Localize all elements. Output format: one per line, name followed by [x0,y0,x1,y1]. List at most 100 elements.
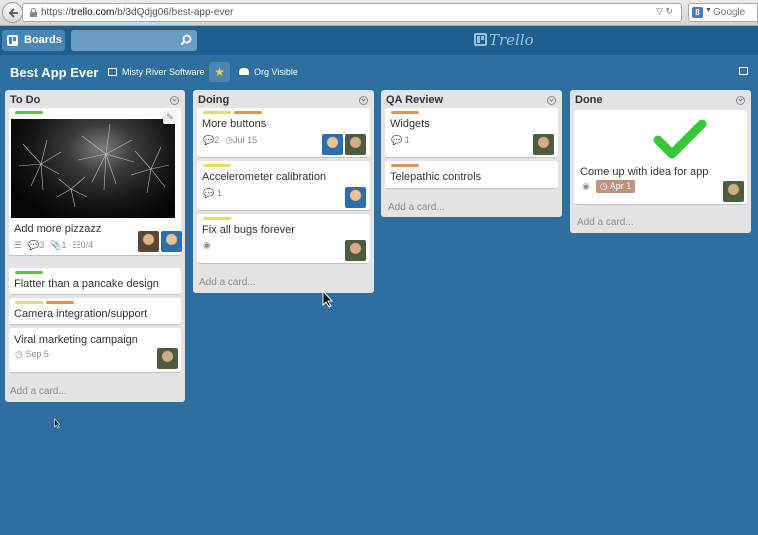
list-title[interactable]: QA Review [386,94,443,106]
search-icon[interactable] [180,34,192,46]
card-telepathic-controls[interactable]: Telepathic controls [385,161,558,189]
list-todo: To Do ✎ Add more pizzazz ☰ 💬3 📎1 ☷0/4 Flatt… [5,90,185,402]
search-box[interactable] [71,30,197,51]
list-menu-icon[interactable] [736,96,745,105]
url-text: https://trello.com/b/3dQdjg06/best-app-e… [41,7,234,18]
list-title[interactable]: Doing [198,94,229,106]
logo-icon [474,33,487,46]
card-add-more-pizzazz[interactable]: ✎ Add more pizzazz ☰ 💬3 📎1 ☷0/4 [9,108,182,256]
label-green [15,271,43,274]
member-avatar[interactable] [345,187,366,208]
member-avatar[interactable] [157,348,178,369]
list-title[interactable]: Done [575,94,603,106]
board-title[interactable]: Best App Ever [10,65,98,80]
due-badge: ◷ Apr 1 [595,180,636,193]
add-card-link[interactable]: Add a card... [577,217,634,228]
member-avatar[interactable] [533,134,554,155]
label-green [15,111,43,114]
add-card-link[interactable]: Add a card... [388,202,445,213]
list-menu-icon[interactable] [547,96,556,105]
card-camera-integration[interactable]: Camera integration/support [9,298,181,325]
add-card-link[interactable]: Add a card... [10,386,67,397]
visibility-link[interactable]: Org Visible [239,67,298,77]
member-avatar[interactable] [161,231,182,252]
card-title: Viral marketing campaign [14,334,138,346]
label-orange [391,111,419,114]
back-button[interactable] [2,2,23,23]
due-date: Apr 1 [609,181,632,191]
member-avatar[interactable] [723,181,744,202]
organization-icon [108,68,117,76]
comment-icon: 💬 [28,240,40,250]
card-title: Add more pizzazz [14,223,102,235]
clock-icon: ◷ [599,181,608,191]
eye-icon: ◉ [582,181,590,191]
mouse-cursor-icon [54,418,61,429]
board-menu-icon[interactable] [739,67,748,75]
boards-label: Boards [24,34,62,46]
card-widgets[interactable]: Widgets 💬 1 [385,108,558,158]
comment-icon: 💬 [203,188,215,198]
list-menu-icon[interactable] [170,96,179,105]
description-icon: ☰ [14,240,23,250]
list-done: Done Come up with idea for app ◉ ◷ Apr 1 … [570,90,751,233]
url-dropdown-icon[interactable]: ▽ ↻ [656,6,673,17]
due-badge: ◷Jul 15 [225,135,257,145]
attachments-count: 1 [61,240,67,250]
label-yellow [203,111,231,114]
address-bar[interactable]: https://trello.com/b/3dQdjg06/best-app-e… [22,3,682,22]
search-input[interactable] [71,30,175,51]
member-avatar[interactable] [322,134,343,155]
comments-badge: 💬3 [28,240,44,250]
organization-label: Misty River Software [122,67,205,77]
comment-icon: 💬 [203,135,215,145]
card-more-buttons[interactable]: More buttons 💬2 ◷Jul 15 [197,108,370,158]
card-title: Come up with idea for app [580,166,709,178]
back-arrow-icon [8,8,18,18]
boards-button[interactable]: Boards [2,30,65,51]
card-title: Fix all bugs forever [202,224,295,236]
card-fix-all-bugs[interactable]: Fix all bugs forever ◉ [197,214,370,264]
comments-count: 1 [404,135,410,145]
label-yellow [15,301,43,304]
comment-icon: 💬 [391,135,403,145]
organization-link[interactable]: Misty River Software [108,67,205,77]
star-button[interactable]: ★ [209,62,230,82]
clock-icon: ◷ [225,135,234,145]
trello-logo[interactable]: Trello [474,31,534,49]
card-title: Accelerometer calibration [202,171,327,183]
card-badges: ☰ 💬3 📎1 ☷0/4 [14,240,99,251]
app-header: Boards Trello [0,26,758,55]
edit-card-icon[interactable]: ✎ [163,110,177,124]
add-card-link[interactable]: Add a card... [199,277,256,288]
card-flatter-design[interactable]: Flatter than a pancake design [9,268,181,295]
comments-badge: 💬2 [203,135,219,145]
list-title[interactable]: To Do [10,94,40,106]
card-title: Widgets [390,118,430,130]
member-avatar[interactable] [345,134,366,155]
clock-icon: ◷ [15,349,23,359]
card-accelerometer[interactable]: Accelerometer calibration 💬 1 [197,161,370,211]
card-viral-marketing[interactable]: Viral marketing campaign ◷ Sep 5 [9,328,181,373]
checkmark-icon [652,118,708,162]
mouse-cursor-icon [322,290,334,308]
eye-icon: ◉ [203,240,211,250]
comments-count: 2 [214,135,220,145]
card-badges: ◉ ◷ Apr 1 [582,180,636,193]
chevron-down-icon: ▼ [705,7,712,14]
comments-count: 1 [216,188,222,198]
comments-count: 3 [39,240,45,250]
label-yellow [203,217,231,220]
member-avatar[interactable] [138,231,159,252]
star-icon: ★ [214,65,225,79]
checklist-icon: ☷ [72,240,81,250]
list-menu-icon[interactable] [359,96,368,105]
card-title: Flatter than a pancake design [14,278,159,290]
card-badges: 💬 1 [203,188,222,199]
search-engine-box[interactable]: 8 ▼ Google [688,3,758,22]
card-cover-image [11,119,175,218]
browser-toolbar: https://trello.com/b/3dQdjg06/best-app-e… [0,0,758,26]
card-come-up-with-idea[interactable]: Come up with idea for app ◉ ◷ Apr 1 [574,110,747,205]
list-doing: Doing More buttons 💬2 ◷Jul 15 Acceleromet… [193,90,374,293]
member-avatar[interactable] [345,240,366,261]
